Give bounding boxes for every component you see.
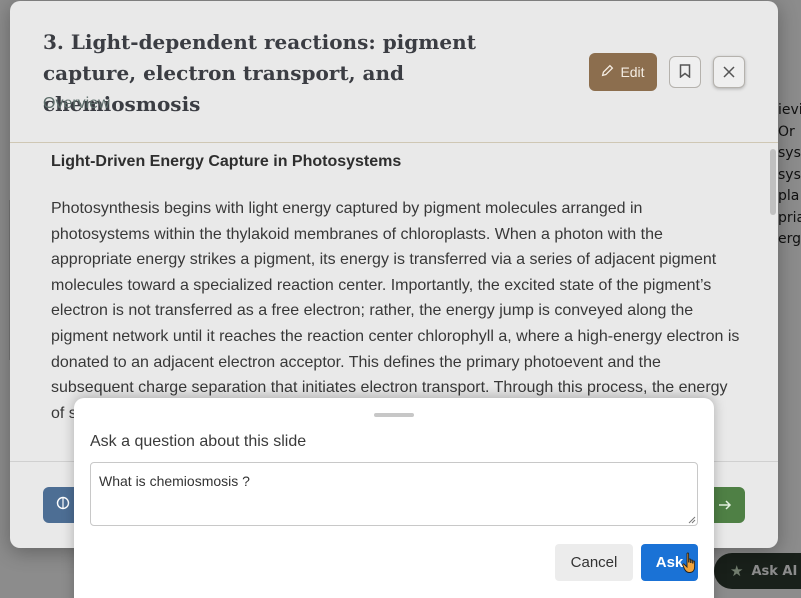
bookmark-icon [679,63,691,82]
slide-subtitle: Overview [43,95,110,112]
resize-grip-icon[interactable] [686,514,696,524]
hand-cursor-icon [682,552,698,574]
ask-question-sheet: Ask a question about this slide Cancel A… [74,398,714,598]
modal-header: 3. Light-dependent reactions: pigment ca… [10,1,778,143]
arrow-right-icon [718,496,732,515]
close-button[interactable] [713,56,745,88]
cancel-button[interactable]: Cancel [555,544,633,581]
edit-button[interactable]: Edit [589,53,657,91]
edit-label: Edit [620,64,645,80]
brain-icon [56,496,70,514]
bookmark-button[interactable] [669,56,701,88]
content-heading: Light-Driven Energy Capture in Photosyst… [51,153,402,170]
ask-sheet-title: Ask a question about this slide [90,433,307,450]
drag-handle[interactable] [374,413,414,417]
slide-title: 3. Light-dependent reactions: pigment ca… [43,30,476,116]
content-scrollbar[interactable] [770,149,776,215]
content-body: Photosynthesis begins with light energy … [51,200,740,422]
question-input[interactable] [90,462,698,526]
close-icon [723,63,735,82]
pencil-icon [601,64,614,80]
